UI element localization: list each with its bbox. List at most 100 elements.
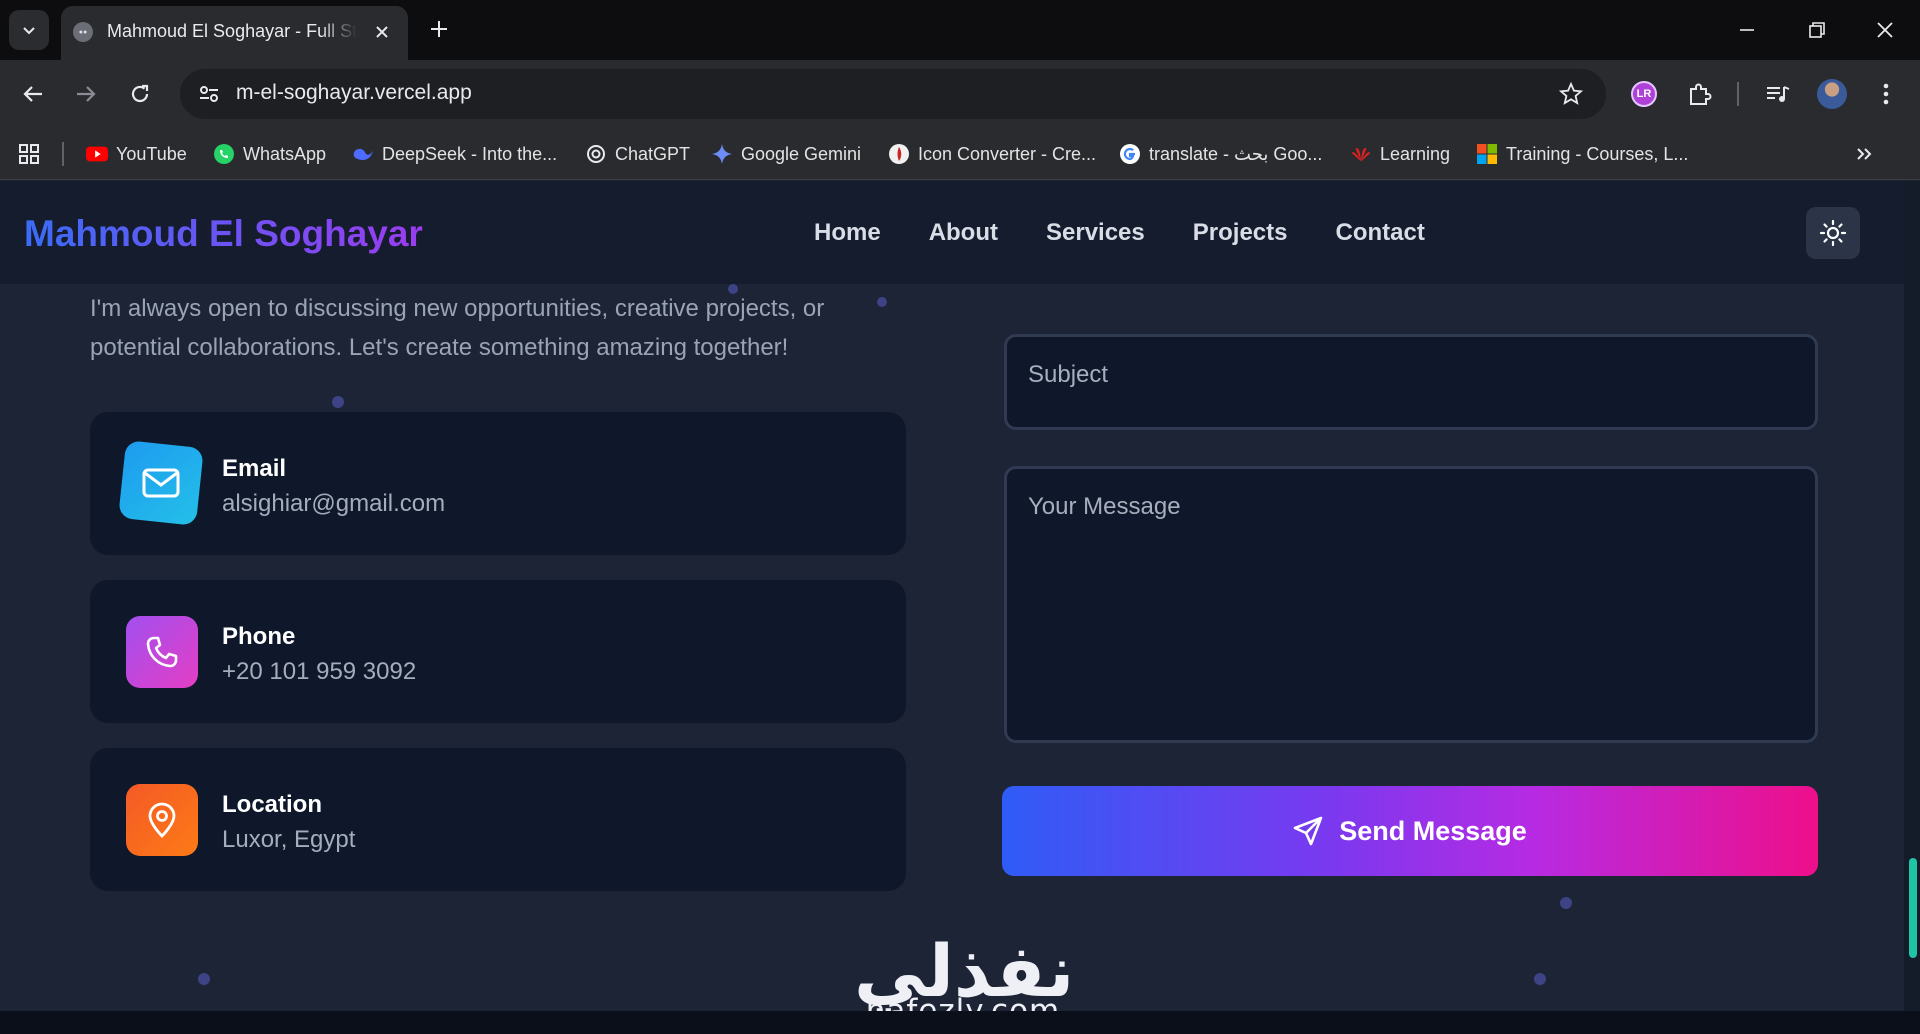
page-bottom-strip [0,1011,1920,1034]
decorative-dot [332,396,344,408]
tab-close-button[interactable] [370,20,394,44]
back-button[interactable] [13,74,53,114]
send-message-button[interactable]: Send Message [1002,786,1818,876]
decorative-dot [1560,897,1572,909]
card-title: Phone [222,623,296,650]
reload-icon [131,84,149,103]
chevron-down-icon [23,27,35,35]
reload-button[interactable] [120,74,160,114]
bookmark-label: translate - بحث Goo... [1149,143,1323,164]
apps-grid-icon [19,144,39,164]
bookmark-label: ChatGPT [615,143,691,164]
extensions-button[interactable] [1682,76,1718,112]
bookmark-training[interactable]: Training - Courses, L... [1476,140,1688,168]
site-info-button[interactable] [192,78,226,110]
arrow-right-icon [77,86,96,102]
location-pin-icon [126,784,198,856]
email-link[interactable]: alsighiar@gmail.com [222,490,445,518]
forward-button[interactable] [66,74,106,114]
address-bar[interactable]: m-el-soghayar.vercel.app [180,69,1606,119]
deepseek-icon [352,143,374,165]
message-textarea[interactable]: Your Message [1004,466,1818,743]
nav-services[interactable]: Services [1046,219,1145,247]
bookmark-label: Icon Converter - Cre... [918,143,1097,164]
bookmark-youtube[interactable]: YouTube [86,140,187,168]
tune-icon [200,86,218,102]
apps-button[interactable] [18,140,40,168]
theme-toggle-button[interactable] [1806,207,1860,259]
google-icon [1119,143,1141,165]
bookmarks-bar: YouTube WhatsApp DeepSeek - Into the... … [0,128,1920,180]
nav-home[interactable]: Home [814,219,881,247]
close-icon [376,26,388,38]
phone-icon [126,616,198,688]
bookmark-label: DeepSeek - Into the... [382,143,558,164]
restore-button[interactable] [1792,10,1842,50]
profile-button[interactable] [1814,76,1850,112]
puzzle-icon [1690,83,1712,105]
contact-intro-text: I'm always open to discussing new opport… [90,295,825,361]
mail-icon [118,440,204,526]
bookmark-translate[interactable]: translate - بحث Goo... [1119,140,1322,168]
queue-music-icon [1767,86,1790,102]
message-placeholder: Your Message [1028,493,1181,520]
icon-converter-icon [888,143,910,165]
nav-projects[interactable]: Projects [1193,219,1288,247]
chatgpt-icon [585,143,607,165]
decorative-dot [198,973,210,985]
tab-search-button[interactable] [9,10,49,50]
subject-input[interactable]: Subject [1004,334,1818,430]
send-message-label: Send Message [1339,815,1527,846]
decorative-dot [1534,973,1546,985]
tab-strip: ●● Mahmoud El Soghayar - Full Stack [0,0,1920,60]
bookmark-deepseek[interactable]: DeepSeek - Into the... [352,140,557,168]
bookmark-icon-converter[interactable]: Icon Converter - Cre... [888,140,1096,168]
location-text: Luxor, Egypt [222,826,356,853]
nav-contact[interactable]: Contact [1335,219,1424,247]
minimize-button[interactable] [1722,10,1772,50]
media-controls-button[interactable] [1760,76,1796,112]
phone-link[interactable]: +20 101 959 3092 [222,658,416,686]
bookmarks-separator [62,142,64,166]
whatsapp-icon [213,143,235,165]
bookmark-gemini[interactable]: Google Gemini [711,140,861,168]
bookmark-label: Google Gemini [741,143,862,164]
contact-card-email: Email alsighiar@gmail.com [90,412,906,555]
bookmark-learning[interactable]: Learning [1350,140,1450,168]
more-bookmarks-button[interactable] [1855,140,1873,168]
restore-icon [1809,22,1825,38]
star-icon [1559,82,1583,105]
browser-tab-active[interactable]: ●● Mahmoud El Soghayar - Full Stack [61,6,408,60]
close-window-button[interactable] [1860,10,1910,50]
site-header: Mahmoud El Soghayar Home About Services … [0,181,1904,284]
huawei-icon [1350,143,1372,165]
youtube-icon [86,143,108,165]
close-icon [1877,22,1893,38]
contact-card-phone: Phone +20 101 959 3092 [90,580,906,723]
bookmark-label: WhatsApp [243,143,327,164]
contact-card-location: Location Luxor, Egypt [90,748,906,891]
decorative-dot [877,297,887,307]
url-text[interactable]: m-el-soghayar.vercel.app [236,81,472,105]
subject-placeholder: Subject [1028,361,1109,388]
page-scrollbar[interactable] [1904,181,1920,1011]
page-viewport: I'm always open to discussing new opport… [0,181,1904,1011]
main-nav: Home About Services Projects Contact [814,219,1425,247]
extension-lr-button[interactable]: LR [1626,76,1662,112]
card-title: Location [222,791,322,818]
scrollbar-thumb[interactable] [1909,858,1917,958]
microsoft-icon [1476,143,1498,165]
site-logo[interactable]: Mahmoud El Soghayar [24,213,423,255]
lr-extension-icon: LR [1631,81,1657,107]
site-favicon-icon: ●● [73,22,93,42]
browser-toolbar: m-el-soghayar.vercel.app LR [0,60,1920,128]
sun-icon [1819,219,1847,247]
bookmark-whatsapp[interactable]: WhatsApp [213,140,326,168]
menu-button[interactable] [1868,76,1904,112]
bookmark-label: YouTube [116,143,187,164]
new-tab-button[interactable] [424,14,454,44]
bookmark-star-button[interactable] [1558,81,1584,107]
nav-about[interactable]: About [929,219,998,247]
bookmark-chatgpt[interactable]: ChatGPT [585,140,690,168]
toolbar-separator [1737,82,1739,106]
